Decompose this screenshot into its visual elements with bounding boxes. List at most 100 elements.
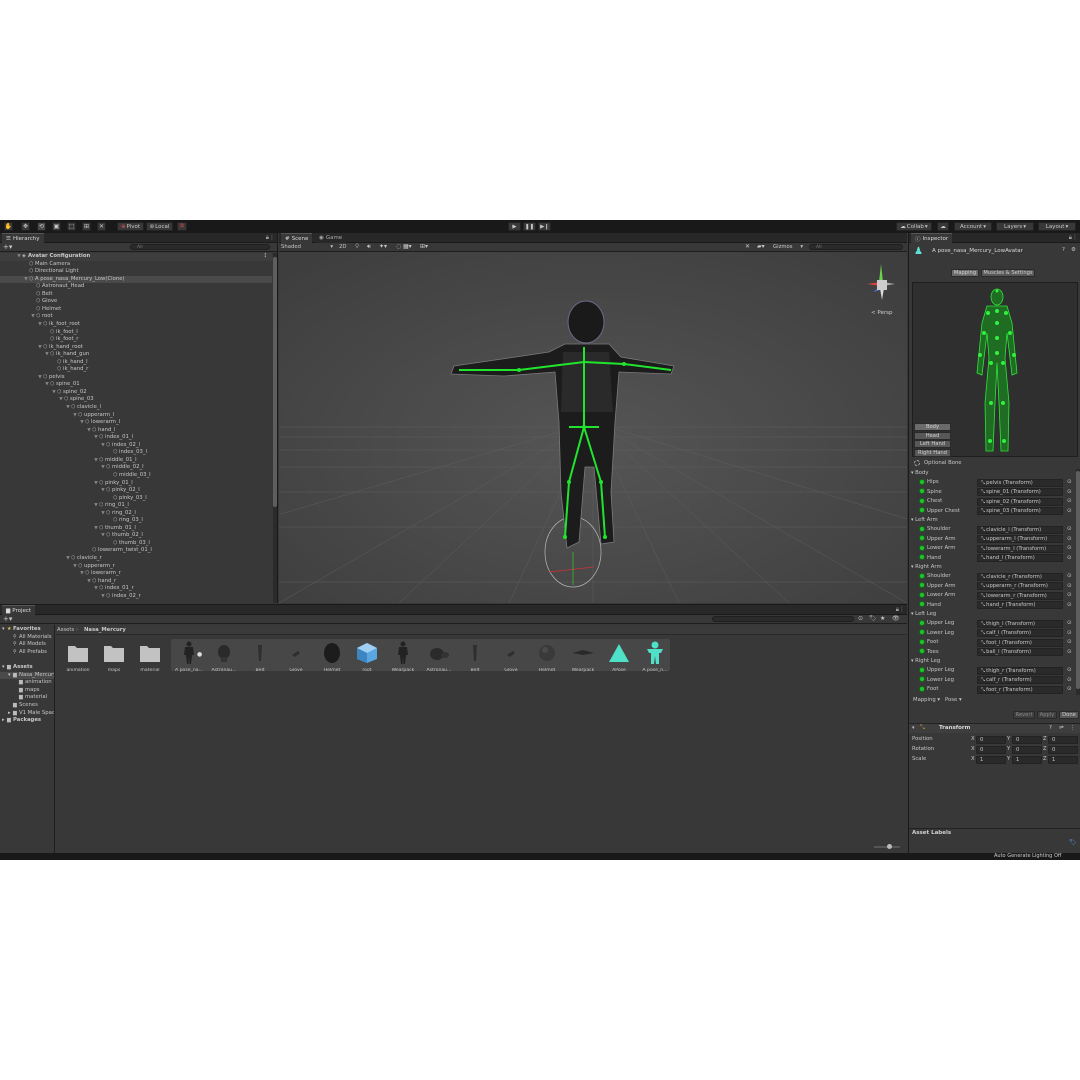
bone-transform-field[interactable]: ⤡foot_r (Transform) (977, 685, 1063, 694)
tab-muscles-settings[interactable]: Muscles & Settings (981, 269, 1035, 277)
hand-tool-button[interactable]: ✋ (4, 222, 13, 231)
project-tree-item[interactable]: ⚲ All Models (0, 641, 54, 649)
hierarchy-item[interactable]: ▼⬡ pinky_01_l (0, 480, 272, 488)
favorite-icon[interactable]: ★ (880, 615, 885, 622)
transform-header[interactable]: ▾ ⤡ Transform ? ⇌ ⋮ (909, 723, 1080, 733)
hierarchy-item[interactable]: ⬡ Astronaut_Head (0, 283, 272, 291)
bone-group-header[interactable]: ▾ Left Arm (911, 516, 938, 525)
hierarchy-item[interactable]: ▼⬡ index_02_l (0, 442, 272, 450)
object-picker-icon[interactable]: ⊙ (1067, 478, 1072, 487)
rotate-tool-button[interactable]: ⟲ (37, 222, 46, 231)
scene-viewport[interactable]: < Persp (279, 252, 907, 603)
scrollbar-thumb[interactable] (273, 257, 277, 507)
mapping-dropdown[interactable]: Mapping ▾ (913, 696, 940, 705)
hierarchy-item[interactable]: ⬡ ik_hand_l (0, 359, 272, 367)
hidden-objects-icon[interactable]: ◌ (396, 243, 401, 250)
bone-transform-field[interactable]: ⤡calf_l (Transform) (977, 629, 1063, 637)
account-dropdown[interactable]: Account ▾ (954, 222, 992, 231)
bone-group-header[interactable]: ▾ Body (911, 469, 928, 478)
settings-icon[interactable]: ⚙ (1071, 247, 1076, 253)
hierarchy-item[interactable]: ▼⬡ ik_hand_gun (0, 351, 272, 359)
asset-item[interactable]: Glove (278, 639, 314, 679)
avatar-view-right-hand-button[interactable]: Right Hand (914, 448, 951, 457)
audio-icon[interactable]: 🔊︎ (367, 243, 371, 251)
bone-transform-field[interactable]: ⤡calf_r (Transform) (977, 676, 1063, 684)
move-tool-button[interactable]: ✥ (21, 222, 30, 231)
asset-item[interactable]: A pose_n... (637, 639, 673, 679)
project-tree-item[interactable]: ▸ ▆ Packages (0, 717, 54, 725)
tab-game[interactable]: ◉ Game (315, 233, 347, 243)
search-by-label-icon[interactable]: 🏷︎ (869, 615, 877, 622)
project-tree-item[interactable]: ▾ ▆ Assets (0, 664, 54, 672)
help-icon[interactable]: ? (1062, 247, 1065, 253)
asset-item[interactable]: Helmet (314, 639, 350, 679)
tab-hierarchy[interactable]: ☰ Hierarchy (2, 233, 44, 243)
expand-prefab-icon[interactable]: ● (197, 651, 202, 658)
scene-camera-icon[interactable]: ⊞▾ (420, 243, 428, 250)
scale-tool-button[interactable]: ▣ (52, 222, 61, 231)
hierarchy-item[interactable]: ▼⬡ upperarm_r (0, 563, 272, 571)
cloud-button[interactable]: ☁ (937, 222, 949, 231)
hierarchy-item[interactable]: ▼⬡ middle_02_l (0, 464, 272, 472)
bone-transform-field[interactable]: ⤡lowerarm_l (Transform) (977, 544, 1063, 553)
hierarchy-item[interactable]: ⬡ index_03_l (0, 449, 272, 457)
apply-button[interactable]: Apply (1037, 711, 1057, 719)
object-picker-icon[interactable]: ⊙ (1067, 507, 1072, 516)
pose-dropdown[interactable]: Pose ▾ (945, 696, 962, 705)
bone-transform-field[interactable]: ⤡upperarm_l (Transform) (977, 535, 1063, 543)
bone-transform-field[interactable]: ⤡clavicle_r (Transform) (977, 572, 1063, 581)
collab-dropdown[interactable]: ☁ Collab ▾ (896, 222, 932, 231)
transform-position-y-field[interactable]: 0 (1012, 735, 1042, 744)
hierarchy-item[interactable]: ⬡ lowerarm_twist_01_l (0, 547, 272, 555)
project-tree-item[interactable]: ▸▆V1 Male Space Suit (0, 710, 54, 718)
breadcrumb-root[interactable]: Assets (57, 627, 74, 633)
hierarchy-item[interactable]: ⬡ thumb_03_l (0, 540, 272, 548)
hierarchy-item[interactable]: ▼⬡ index_01_l (0, 434, 272, 442)
avatar-view-head-button[interactable]: Head (914, 431, 951, 440)
hidden-packages-icon[interactable]: 👁︎ (892, 615, 900, 622)
hierarchy-item[interactable]: ▼⬡ spine_03 (0, 396, 272, 404)
object-picker-icon[interactable]: ⊙ (1067, 676, 1072, 685)
effects-icon[interactable]: ✦▾ (379, 243, 387, 250)
hierarchy-item[interactable]: ⬡ pinky_03_l (0, 495, 272, 503)
project-tree-item[interactable]: ▆ material (0, 694, 54, 702)
axis-label-x[interactable]: X (971, 745, 975, 754)
add-icon[interactable]: +▾ (3, 615, 12, 623)
more-menu-icon[interactable]: ⋮ (263, 253, 268, 261)
bone-transform-field[interactable]: ⤡upperarm_r (Transform) (977, 582, 1063, 590)
local-toggle[interactable]: ⊛ Local (146, 222, 173, 231)
rect-tool-button[interactable]: ⬚ (67, 222, 76, 231)
object-picker-icon[interactable]: ⊙ (1067, 695, 1072, 696)
hierarchy-item[interactable]: ▼⬡ lowerarm_l (0, 419, 272, 427)
avatar-view-left-hand-button[interactable]: Left Hand (914, 440, 951, 448)
bone-transform-field[interactable]: ⤡lowerarm_r (Transform) (977, 591, 1063, 600)
hierarchy-item[interactable]: ⬡ ik_foot_l (0, 329, 272, 337)
hierarchy-item[interactable]: ⬡ Glove (0, 298, 272, 306)
bone-transform-field[interactable]: ⤡pelvis (Transform) (977, 478, 1063, 487)
bone-transform-field[interactable]: ⤡spine_01 (Transform) (977, 488, 1063, 496)
transform-tool-button[interactable]: ⊞ (82, 222, 91, 231)
tab-mapping[interactable]: Mapping (951, 269, 979, 277)
project-tree-item[interactable]: ⚲ All Prefabs (0, 649, 54, 657)
grid-icon[interactable]: ▦▾ (403, 243, 412, 250)
preset-icon[interactable]: ⇌ (1059, 725, 1064, 731)
object-picker-icon[interactable]: ⊙ (1067, 648, 1072, 657)
more-menu-icon[interactable]: ⋮ (1072, 234, 1078, 241)
hierarchy-item[interactable]: ▼⬡ pelvis (0, 374, 272, 382)
hierarchy-search-input[interactable]: All (130, 244, 270, 250)
project-tree-item[interactable]: ▆ animation (0, 679, 54, 687)
object-picker-icon[interactable]: ⊙ (1067, 497, 1072, 506)
hierarchy-item[interactable]: ⬡ ik_hand_r (0, 366, 272, 374)
hierarchy-item[interactable]: ⬡ ring_03_l (0, 517, 272, 525)
hierarchy-item[interactable]: ▼⬡ hand_l (0, 427, 272, 435)
object-picker-icon[interactable]: ⊙ (1067, 685, 1072, 694)
object-picker-icon[interactable]: ⊙ (1067, 619, 1072, 628)
project-search-input[interactable] (712, 616, 854, 622)
tab-project[interactable]: ▆ Project (2, 605, 36, 615)
hierarchy-item[interactable]: ▼⬡ lowerarm_r (0, 570, 272, 578)
gizmos-dropdown[interactable]: Gizmos ▾ (773, 243, 803, 251)
object-picker-icon[interactable]: ⊙ (1067, 666, 1072, 675)
hierarchy-item[interactable]: ▼⬡ clavicle_l (0, 404, 272, 412)
hierarchy-item[interactable]: ▼⬡ ring_02_l (0, 510, 272, 518)
transform-rotation-y-field[interactable]: 0 (1012, 745, 1042, 754)
